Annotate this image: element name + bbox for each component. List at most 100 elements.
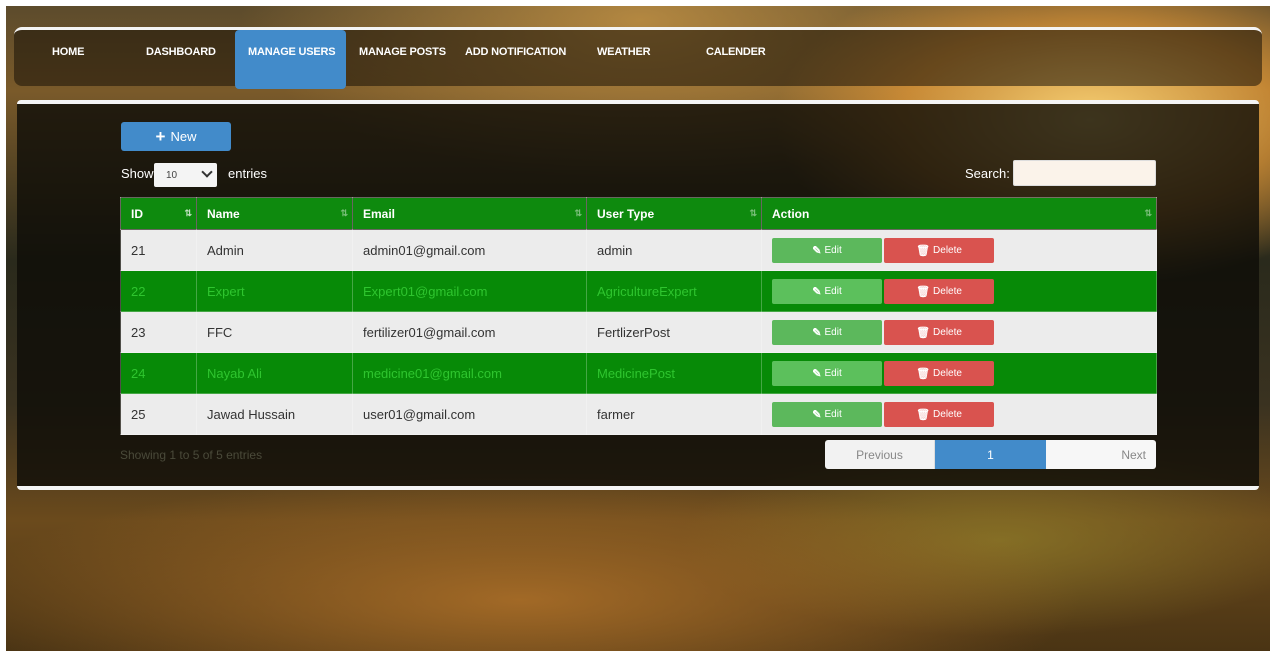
trash-icon: 🗑	[916, 285, 931, 298]
cell-user-type: AgricultureExpert	[586, 270, 762, 312]
cell-id: 25	[120, 393, 197, 435]
edit-label: Edit	[824, 326, 842, 338]
trash-icon: 🗑	[916, 326, 931, 339]
nav-home[interactable]: HOME	[52, 30, 84, 89]
cell-email: Expert01@gmail.com	[352, 270, 587, 312]
delete-label: Delete	[933, 367, 962, 379]
edit-label: Edit	[824, 285, 842, 297]
edit-icon: ✎	[812, 367, 822, 380]
plus-icon: +	[155, 127, 166, 146]
pagination-next[interactable]: Next	[1046, 440, 1156, 469]
cell-id: 21	[120, 229, 197, 271]
column-header-id[interactable]: ID ⇅	[120, 197, 197, 230]
cell-id: 23	[120, 311, 197, 353]
table-header-row: ID ⇅ Name ⇅ Email ⇅ User Type ⇅ Action ⇅	[120, 197, 1157, 230]
search-label: Search:	[965, 166, 1010, 181]
cell-name: Jawad Hussain	[196, 393, 353, 435]
table-row: 23 FFC fertilizer01@gmail.com FertlizerP…	[120, 311, 1157, 353]
delete-label: Delete	[933, 285, 962, 297]
table-row: 25 Jawad Hussain user01@gmail.com farmer…	[120, 393, 1157, 435]
cell-email: user01@gmail.com	[352, 393, 587, 435]
table-row: 24 Nayab Ali medicine01@gmail.com Medici…	[120, 352, 1157, 394]
column-header-user-type-label: User Type	[597, 206, 655, 221]
cell-email: medicine01@gmail.com	[352, 352, 587, 394]
column-header-action-label: Action	[772, 206, 810, 221]
cell-action: ✎ Edit 🗑 Delete	[761, 270, 1157, 312]
edit-button[interactable]: ✎ Edit	[772, 237, 882, 263]
search-input[interactable]	[1013, 160, 1156, 186]
users-table: ID ⇅ Name ⇅ Email ⇅ User Type ⇅ Action ⇅ 21 A…	[120, 197, 1157, 435]
entries-label: entries	[228, 166, 268, 181]
cell-name: Expert	[196, 270, 353, 312]
chevron-down-icon	[201, 166, 213, 178]
entries-per-page-select[interactable]: 10	[154, 163, 217, 187]
column-header-name-label: Name	[207, 206, 240, 221]
new-user-button[interactable]: + New	[121, 122, 231, 151]
trash-icon: 🗑	[916, 367, 931, 380]
edit-label: Edit	[824, 408, 842, 420]
sort-icon: ⇅	[1144, 208, 1151, 218]
delete-button[interactable]: 🗑 Delete	[884, 319, 994, 345]
cell-user-type: farmer	[586, 393, 762, 435]
cell-name: FFC	[196, 311, 353, 353]
column-header-action[interactable]: Action ⇅	[761, 197, 1157, 230]
pagination: Previous 1 Next	[825, 440, 1156, 469]
cell-action: ✎ Edit 🗑 Delete	[761, 311, 1157, 353]
cell-action: ✎ Edit 🗑 Delete	[761, 352, 1157, 394]
nav-calender[interactable]: CALENDER	[706, 30, 766, 89]
sort-icon: ⇅	[749, 208, 756, 218]
trash-icon: 🗑	[916, 244, 931, 257]
entries-select-value: 10	[166, 169, 178, 181]
edit-button[interactable]: ✎ Edit	[772, 401, 882, 427]
delete-label: Delete	[933, 244, 962, 256]
edit-button[interactable]: ✎ Edit	[772, 360, 882, 386]
nav-manage-users[interactable]: MANAGE USERS	[235, 30, 346, 89]
delete-button[interactable]: 🗑 Delete	[884, 278, 994, 304]
cell-id: 24	[120, 352, 197, 394]
delete-button[interactable]: 🗑 Delete	[884, 360, 994, 386]
cell-user-type: admin	[586, 229, 762, 271]
table-row: 22 Expert Expert01@gmail.com Agriculture…	[120, 270, 1157, 312]
edit-button[interactable]: ✎ Edit	[772, 319, 882, 345]
cell-user-type: FertlizerPost	[586, 311, 762, 353]
top-navbar: HOME DASHBOARD MANAGE USERS MANAGE POSTS…	[14, 27, 1262, 89]
cell-user-type: MedicinePost	[586, 352, 762, 394]
pagination-previous[interactable]: Previous	[825, 440, 935, 469]
cell-action: ✎ Edit 🗑 Delete	[761, 229, 1157, 271]
table-row: 21 Admin admin01@gmail.com admin ✎ Edit 🗑 D…	[120, 229, 1157, 271]
edit-icon: ✎	[812, 244, 822, 257]
trash-icon: 🗑	[916, 408, 931, 421]
edit-icon: ✎	[812, 408, 822, 421]
column-header-name[interactable]: Name ⇅	[196, 197, 353, 230]
edit-label: Edit	[824, 244, 842, 256]
sort-icon: ⇅	[574, 208, 581, 218]
delete-button[interactable]: 🗑 Delete	[884, 401, 994, 427]
delete-label: Delete	[933, 326, 962, 338]
column-header-id-label: ID	[131, 206, 143, 221]
table-info-text: Showing 1 to 5 of 5 entries	[120, 448, 263, 462]
sort-asc-icon: ⇅	[184, 208, 191, 218]
pagination-page-1[interactable]: 1	[935, 440, 1046, 469]
users-panel: + New Show 10 entries Search: ID ⇅ Name ⇅ …	[17, 100, 1259, 490]
nav-weather[interactable]: WEATHER	[597, 30, 651, 89]
sort-icon: ⇅	[340, 208, 347, 218]
delete-label: Delete	[933, 408, 962, 420]
edit-label: Edit	[824, 367, 842, 379]
nav-manage-posts[interactable]: MANAGE POSTS	[359, 30, 446, 89]
cell-name: Nayab Ali	[196, 352, 353, 394]
nav-add-notification[interactable]: ADD NOTIFICATION	[465, 30, 566, 89]
nav-dashboard[interactable]: DASHBOARD	[146, 30, 216, 89]
new-button-label: New	[170, 129, 197, 144]
edit-icon: ✎	[812, 285, 822, 298]
edit-icon: ✎	[812, 326, 822, 339]
column-header-email-label: Email	[363, 206, 396, 221]
edit-button[interactable]: ✎ Edit	[772, 278, 882, 304]
delete-button[interactable]: 🗑 Delete	[884, 237, 994, 263]
column-header-email[interactable]: Email ⇅	[352, 197, 587, 230]
cell-action: ✎ Edit 🗑 Delete	[761, 393, 1157, 435]
column-header-user-type[interactable]: User Type ⇅	[586, 197, 762, 230]
cell-email: fertilizer01@gmail.com	[352, 311, 587, 353]
cell-email: admin01@gmail.com	[352, 229, 587, 271]
cell-id: 22	[120, 270, 197, 312]
cell-name: Admin	[196, 229, 353, 271]
